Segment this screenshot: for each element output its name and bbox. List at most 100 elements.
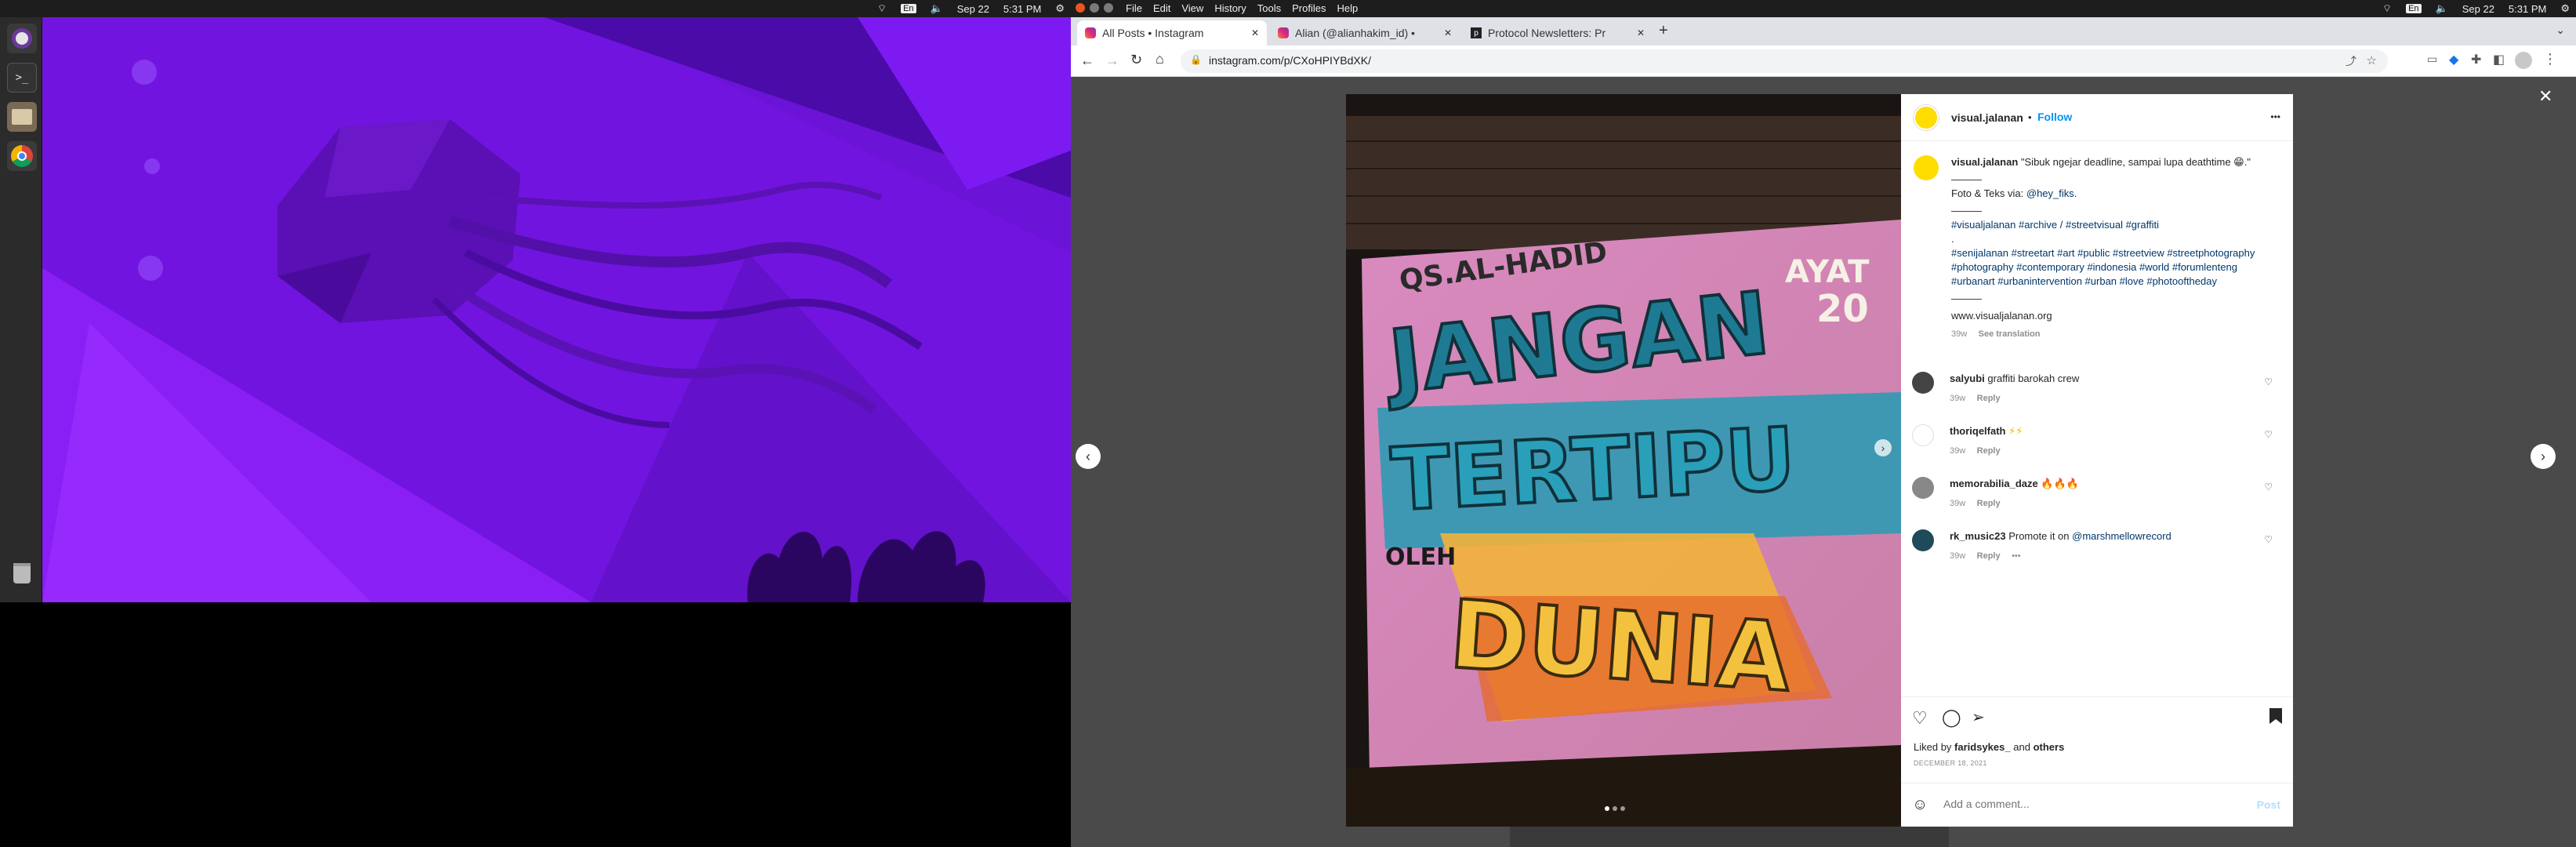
volume-icon[interactable]: 🔈	[2436, 2, 2448, 15]
close-window-icon[interactable]	[1076, 3, 1085, 13]
top-time[interactable]: 5:31 PM	[1003, 3, 1041, 15]
minimize-window-icon[interactable]	[1090, 3, 1099, 13]
settings-icon[interactable]: ⚙	[2560, 2, 2570, 15]
comment-bubble-icon[interactable]: ◯	[1942, 707, 1961, 728]
close-tab-icon[interactable]: ✕	[1251, 27, 1259, 38]
next-post-arrow-icon[interactable]: ›	[2531, 444, 2556, 469]
like-comment-heart-icon[interactable]: ♡	[2264, 376, 2273, 387]
chrome-icon[interactable]	[7, 141, 37, 171]
tab-alian-profile[interactable]: Alian (@alianhakim_id) • ✕	[1270, 20, 1460, 45]
like-comment-heart-icon[interactable]: ♡	[2264, 429, 2273, 440]
like-heart-icon[interactable]: ♡	[1912, 708, 1928, 729]
liked-by-others[interactable]: others	[2034, 741, 2065, 753]
side-panel-icon[interactable]: ◧	[2493, 52, 2505, 67]
commenter-avatar[interactable]	[1912, 424, 1934, 446]
comment-username[interactable]: thoriqelfath	[1950, 425, 2006, 437]
browser-tab-strip: All Posts • Instagram ✕ Alian (@alianhak…	[1071, 17, 2576, 45]
follow-button[interactable]: Follow	[2037, 111, 2072, 123]
post-date[interactable]: DECEMBER 18, 2021	[1914, 759, 1987, 767]
extensions-puzzle-icon[interactable]: ✚	[2471, 52, 2481, 67]
save-bookmark-icon[interactable]	[2269, 708, 2282, 724]
commenter-avatar[interactable]	[1912, 372, 1934, 394]
like-comment-heart-icon[interactable]: ♡	[2264, 534, 2273, 545]
carousel-next-arrow-icon[interactable]: ›	[1874, 439, 1892, 456]
menu-profiles[interactable]: Profiles	[1292, 2, 1326, 14]
post-options-icon[interactable]: •••	[2270, 110, 2280, 124]
liked-by-user[interactable]: faridsykes_	[1954, 741, 2011, 753]
network-icon[interactable]: ⌔	[877, 2, 887, 15]
keyboard-layout[interactable]: En	[901, 4, 916, 13]
top-date[interactable]: Sep 22	[957, 3, 989, 15]
menu-file[interactable]: File	[1126, 2, 1142, 14]
network-icon[interactable]: ⌔	[2382, 2, 2392, 15]
back-icon[interactable]: ←	[1080, 53, 1094, 69]
comment-age[interactable]: 39w	[1950, 551, 1965, 561]
author-username[interactable]: visual.jalanan	[1951, 111, 2023, 125]
caption-avatar[interactable]	[1914, 155, 1939, 180]
credit-handle-link[interactable]: @hey_fiks.	[2026, 187, 2077, 199]
reply-button[interactable]: Reply	[1977, 394, 2001, 403]
volume-icon[interactable]: 🔈	[931, 2, 943, 15]
reply-button[interactable]: Reply	[1977, 551, 2001, 561]
caption-age[interactable]: 39w	[1951, 329, 1967, 339]
comment-mention-link[interactable]: @marshmellowrecord	[2072, 530, 2171, 542]
caption-hashtags-primary[interactable]: #visualjalanan #archive / #streetvisual …	[1951, 218, 2280, 232]
profile-avatar[interactable]	[2515, 52, 2532, 69]
trash-icon[interactable]	[7, 558, 37, 588]
settings-icon[interactable]: ⚙	[1055, 2, 1065, 15]
url-text[interactable]: instagram.com/p/CXoHPIYBdXK/	[1209, 54, 1371, 67]
menu-tools[interactable]: Tools	[1257, 2, 1281, 14]
close-tab-icon[interactable]: ✕	[1637, 27, 1645, 38]
author-avatar[interactable]	[1914, 105, 1939, 130]
comment-username[interactable]: rk_music23	[1950, 530, 2006, 542]
top-time[interactable]: 5:31 PM	[2509, 3, 2546, 15]
caption-username[interactable]: visual.jalanan	[1951, 156, 2018, 168]
comment-username[interactable]: salyubi	[1950, 373, 1985, 384]
menu-view[interactable]: View	[1181, 2, 1203, 14]
keyboard-layout[interactable]: En	[2406, 4, 2422, 13]
lock-icon[interactable]: 🔒	[1190, 54, 1202, 65]
menu-help[interactable]: Help	[1337, 2, 1358, 14]
share-paper-plane-icon[interactable]: ➢	[1972, 707, 1985, 727]
close-modal-icon[interactable]: ✕	[2538, 86, 2552, 107]
close-tab-icon[interactable]: ✕	[1444, 27, 1452, 38]
home-icon[interactable]: ⌂	[1156, 51, 1164, 67]
commenter-avatar[interactable]	[1912, 477, 1934, 499]
reply-button[interactable]: Reply	[1977, 446, 2001, 456]
comment-username[interactable]: memorabilia_daze	[1950, 478, 2038, 489]
post-image[interactable]: QS.AL-HADID JANGAN TERTIPU OLEH DUNIA AY…	[1346, 94, 1901, 827]
comment-age[interactable]: 39w	[1950, 446, 1965, 456]
comment-age[interactable]: 39w	[1950, 499, 1965, 508]
comment-options-icon[interactable]: •••	[2012, 551, 2021, 561]
url-bar[interactable]: 🔒 instagram.com/p/CXoHPIYBdXK/ ⤴ ☆	[1181, 49, 2388, 73]
terminal-icon[interactable]: >_	[7, 63, 37, 93]
bookmark-star-icon[interactable]: ☆	[2367, 53, 2377, 67]
like-comment-heart-icon[interactable]: ♡	[2264, 482, 2273, 493]
emoji-icon[interactable]: ☺	[1912, 796, 1928, 814]
caption-hashtags-secondary[interactable]: #senijalanan #streetart #art #public #st…	[1951, 246, 2280, 289]
reload-icon[interactable]: ↻	[1130, 52, 1142, 68]
menu-history[interactable]: History	[1214, 2, 1246, 14]
commenter-avatar[interactable]	[1912, 529, 1934, 551]
obs-app-icon[interactable]	[7, 24, 37, 53]
tab-search-icon[interactable]: ▭	[2427, 53, 2437, 66]
previous-post-arrow-icon[interactable]: ‹	[1076, 444, 1101, 469]
see-translation-link[interactable]: See translation	[1979, 329, 2041, 339]
tab-protocol-newsletters[interactable]: p Protocol Newsletters: Pr ✕	[1463, 20, 1653, 45]
liked-by-and: and	[2013, 741, 2030, 753]
tab-instagram-posts[interactable]: All Posts • Instagram ✕	[1077, 20, 1267, 45]
comment-age[interactable]: 39w	[1950, 394, 1965, 403]
menu-edit[interactable]: Edit	[1153, 2, 1170, 14]
tab-list-chevron-icon[interactable]: ⌄	[2556, 24, 2565, 37]
browser-menu-icon[interactable]: ⋮	[2543, 51, 2557, 67]
top-date[interactable]: Sep 22	[2462, 3, 2494, 15]
forward-icon[interactable]: →	[1105, 53, 1119, 69]
maximize-window-icon[interactable]	[1104, 3, 1113, 13]
reply-button[interactable]: Reply	[1977, 499, 2001, 508]
share-icon[interactable]: ⤴	[2346, 53, 2356, 69]
new-tab-button[interactable]: +	[1659, 22, 1668, 40]
extension-icon[interactable]: ◆	[2449, 52, 2458, 67]
post-comment-button[interactable]: Post	[2257, 798, 2280, 811]
add-comment-input[interactable]	[1943, 798, 2226, 810]
files-icon[interactable]	[7, 102, 37, 132]
